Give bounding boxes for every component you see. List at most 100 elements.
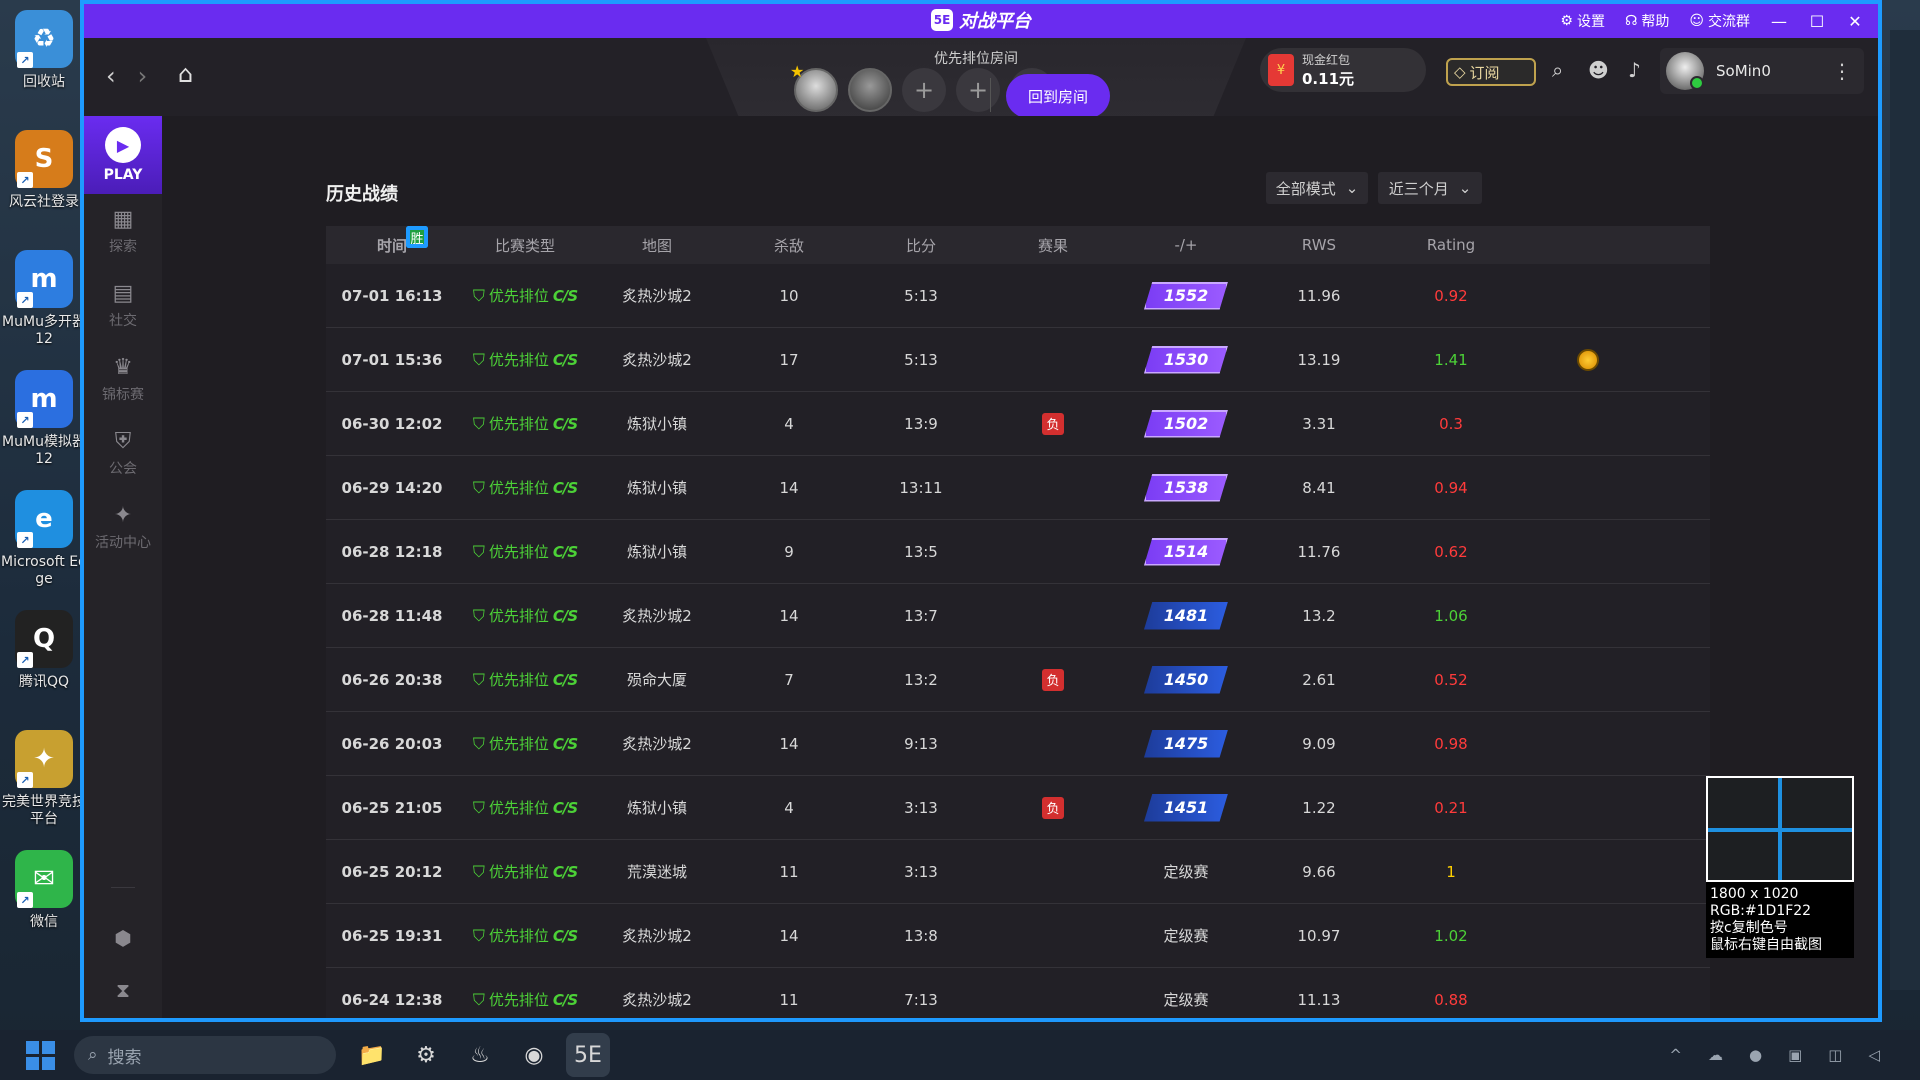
table-row[interactable]: 06-26 20:38 ⛉ 优先排位 C/S 殒命大厦 7 13:2 负 1450 2.61 0.5…: [326, 648, 1710, 712]
table-row[interactable]: 06-25 21:05 ⛉ 优先排位 C/S 炼狱小镇 4 3:13 负 1451 1.22 0.2…: [326, 776, 1710, 840]
taskbar-search[interactable]: ⌕ 搜索: [74, 1036, 336, 1074]
column-header[interactable]: 时间: [326, 235, 458, 256]
settings-button[interactable]: ⚙ 设置: [1560, 11, 1605, 31]
cell-map: 炼狱小镇: [626, 799, 687, 817]
sidebar-item[interactable]: ⛨ 公会: [84, 416, 162, 490]
group-button[interactable]: ☺ 交流群: [1689, 11, 1750, 31]
table-row[interactable]: 06-25 19:31⛉优先排位C/S炙热沙城21413:8胜定级赛10.971…: [326, 226, 1710, 968]
match-type: ⛉ 优先排位 C/S: [473, 733, 578, 754]
column-header[interactable]: 地图: [592, 235, 722, 256]
sidebar-item[interactable]: ✦ 活动中心: [84, 490, 162, 564]
friends-icon[interactable]: ☻: [1588, 58, 1609, 82]
column-header[interactable]: 比赛类型: [458, 235, 592, 256]
cs-logo: C/S: [552, 670, 578, 689]
more-vertical-icon[interactable]: ⋮: [1832, 59, 1852, 83]
cube-icon[interactable]: ⬢: [114, 926, 131, 950]
cell-match-type: ⛉ 优先排位 C/S: [458, 285, 592, 306]
tray-network-icon[interactable]: ◫: [1828, 1046, 1842, 1064]
cell-score: 3:13: [904, 798, 938, 817]
screenshot-right-hint: 鼠标右键自由截图: [1710, 937, 1822, 953]
desktop-icon[interactable]: Q ↗ 腾讯QQ: [0, 604, 88, 724]
desktop-icon[interactable]: ✉ ↗ 微信: [0, 844, 88, 964]
table-row[interactable]: 06-30 12:02 ⛉ 优先排位 C/S 炼狱小镇 4 13:9 负 1502 3.31 0.3: [326, 392, 1710, 456]
screenshot-magnifier: [1706, 776, 1854, 882]
desktop-icon[interactable]: e ↗ Microsoft Edge: [0, 484, 88, 604]
subscribe-button[interactable]: ◇ 订阅: [1446, 58, 1536, 86]
table-row[interactable]: 06-24 12:38 ⛉ 优先排位 C/S 炙热沙城2 11 7:13 胜定级赛 11.13 0…: [326, 226, 1710, 1018]
match-type: ⛉ 优先排位 C/S: [473, 925, 578, 946]
mode-filter-dropdown[interactable]: 全部模式 ⌄: [1266, 172, 1368, 204]
app-logo: 5E 对战平台: [931, 7, 1031, 33]
hourglass-icon[interactable]: ⧗: [116, 978, 130, 1002]
back-to-room-button[interactable]: 回到房间: [1006, 74, 1110, 118]
table-row[interactable]: 06-25 20:12⛉优先排位C/S荒漠迷城113:13胜定级赛9.661: [326, 226, 1710, 904]
start-button[interactable]: [20, 1035, 60, 1075]
column-header[interactable]: 比分: [856, 235, 986, 256]
cell-kills: 14: [779, 734, 799, 753]
add-teammate-icon[interactable]: +: [956, 68, 1000, 112]
cell-time: 07-01 16:13: [341, 286, 443, 305]
table-row[interactable]: 06-28 11:48⛉优先排位C/S炙热沙城21413:7胜148113.21…: [326, 226, 1710, 648]
cell-map: 炙热沙城2: [622, 991, 692, 1009]
cell-time: 06-29 14:20: [341, 478, 443, 497]
taskbar-app-game[interactable]: ◉: [512, 1033, 556, 1077]
play-button[interactable]: ▶ PLAY: [84, 116, 162, 194]
taskbar-app-5e-platform[interactable]: 5E: [566, 1033, 610, 1077]
column-header[interactable]: -/+: [1120, 236, 1252, 254]
desktop-icon[interactable]: S ↗ 风云社登录: [0, 124, 88, 244]
taskbar-app-settings[interactable]: ⚙: [404, 1033, 448, 1077]
red-packet[interactable]: ¥ 现金红包 0.11元: [1260, 48, 1426, 92]
mvp-medal-icon: [1577, 348, 1599, 371]
match-type-label: 优先排位: [488, 351, 549, 369]
sidebar-item-label: 公会: [109, 460, 137, 477]
red-packet-icon: ¥: [1268, 54, 1294, 86]
minimize-button[interactable]: —: [1770, 12, 1788, 31]
forward-arrow-icon[interactable]: ›: [138, 62, 148, 90]
desktop-icon[interactable]: ✦ ↗ 完美世界竞技平台: [0, 724, 88, 844]
user-avatar[interactable]: [1666, 52, 1704, 90]
sidebar-item-icon: ▤: [112, 280, 134, 306]
table-row[interactable]: 07-01 15:36⛉优先排位C/S炙热沙城2175:13胜153013.19…: [326, 226, 1710, 392]
desktop-icon-label: 微信: [30, 914, 58, 930]
taskbar-app-steam[interactable]: ♨: [458, 1033, 502, 1077]
desktop-icon[interactable]: m ↗ MuMu模拟器12: [0, 364, 88, 484]
add-teammate-icon[interactable]: +: [902, 68, 946, 112]
table-row[interactable]: 06-28 12:18⛉优先排位C/S炼狱小镇913:5胜151411.760.…: [326, 226, 1710, 584]
back-arrow-icon[interactable]: ‹: [106, 62, 116, 90]
search-icon[interactable]: ⌕: [1552, 58, 1563, 82]
room-avatar-teammate[interactable]: [848, 68, 892, 112]
sidebar-item[interactable]: ♛ 锦标赛: [84, 342, 162, 416]
maximize-button[interactable]: ☐: [1808, 12, 1826, 31]
match-type-label: 优先排位: [488, 479, 549, 497]
column-header[interactable]: 赛果: [986, 235, 1120, 256]
home-icon[interactable]: ⌂: [178, 60, 193, 88]
table-row[interactable]: 06-26 20:03⛉优先排位C/S炙热沙城2149:13胜14759.090…: [326, 226, 1710, 776]
bell-icon[interactable]: ♪: [1628, 58, 1641, 82]
cs-logo: C/S: [552, 862, 578, 881]
column-header[interactable]: 杀敌: [722, 235, 856, 256]
column-header[interactable]: RWS: [1252, 236, 1386, 254]
tray-input-icon[interactable]: ▣: [1788, 1046, 1802, 1064]
desktop-icon[interactable]: ♻ ↗ 回收站: [0, 4, 88, 124]
match-type: ⛉ 优先排位 C/S: [473, 477, 578, 498]
tray-chevron-icon[interactable]: ^: [1669, 1046, 1682, 1064]
sidebar-item[interactable]: ▦ 探索: [84, 194, 162, 268]
table-row[interactable]: 07-01 16:13 ⛉优先排位C/S 炙热沙城2 10 5:13 胜 1552 11.96…: [326, 226, 1710, 328]
close-button[interactable]: ✕: [1846, 12, 1864, 31]
desktop-icon[interactable]: m ↗ MuMu多开器12: [0, 244, 88, 364]
help-button[interactable]: ☊ 帮助: [1625, 11, 1669, 31]
user-box[interactable]: SoMin0 ⋮: [1660, 48, 1864, 94]
column-header[interactable]: Rating: [1386, 236, 1516, 254]
cell-time: 06-25 21:05: [341, 798, 443, 817]
sidebar-item[interactable]: ▤ 社交: [84, 268, 162, 342]
tray-app-icon[interactable]: ●: [1749, 1046, 1762, 1064]
taskbar-app-file-explorer[interactable]: 📁: [350, 1033, 394, 1077]
table-row[interactable]: 06-29 14:20⛉优先排位C/S炼狱小镇1413:11胜15388.410…: [326, 226, 1710, 520]
tray-cloud-icon[interactable]: ☁: [1708, 1046, 1723, 1064]
title-bar[interactable]: 5E 对战平台 ⚙ 设置 ☊ 帮助 ☺ 交流群 — ☐ ✕: [84, 4, 1878, 38]
room-avatar-self[interactable]: [790, 62, 838, 112]
tray-volume-icon[interactable]: ◁: [1868, 1046, 1880, 1064]
time-filter-dropdown[interactable]: 近三个月 ⌄: [1378, 172, 1482, 204]
shield-icon: ⛉: [472, 989, 485, 1009]
elo-badge: 1451: [1144, 793, 1228, 822]
